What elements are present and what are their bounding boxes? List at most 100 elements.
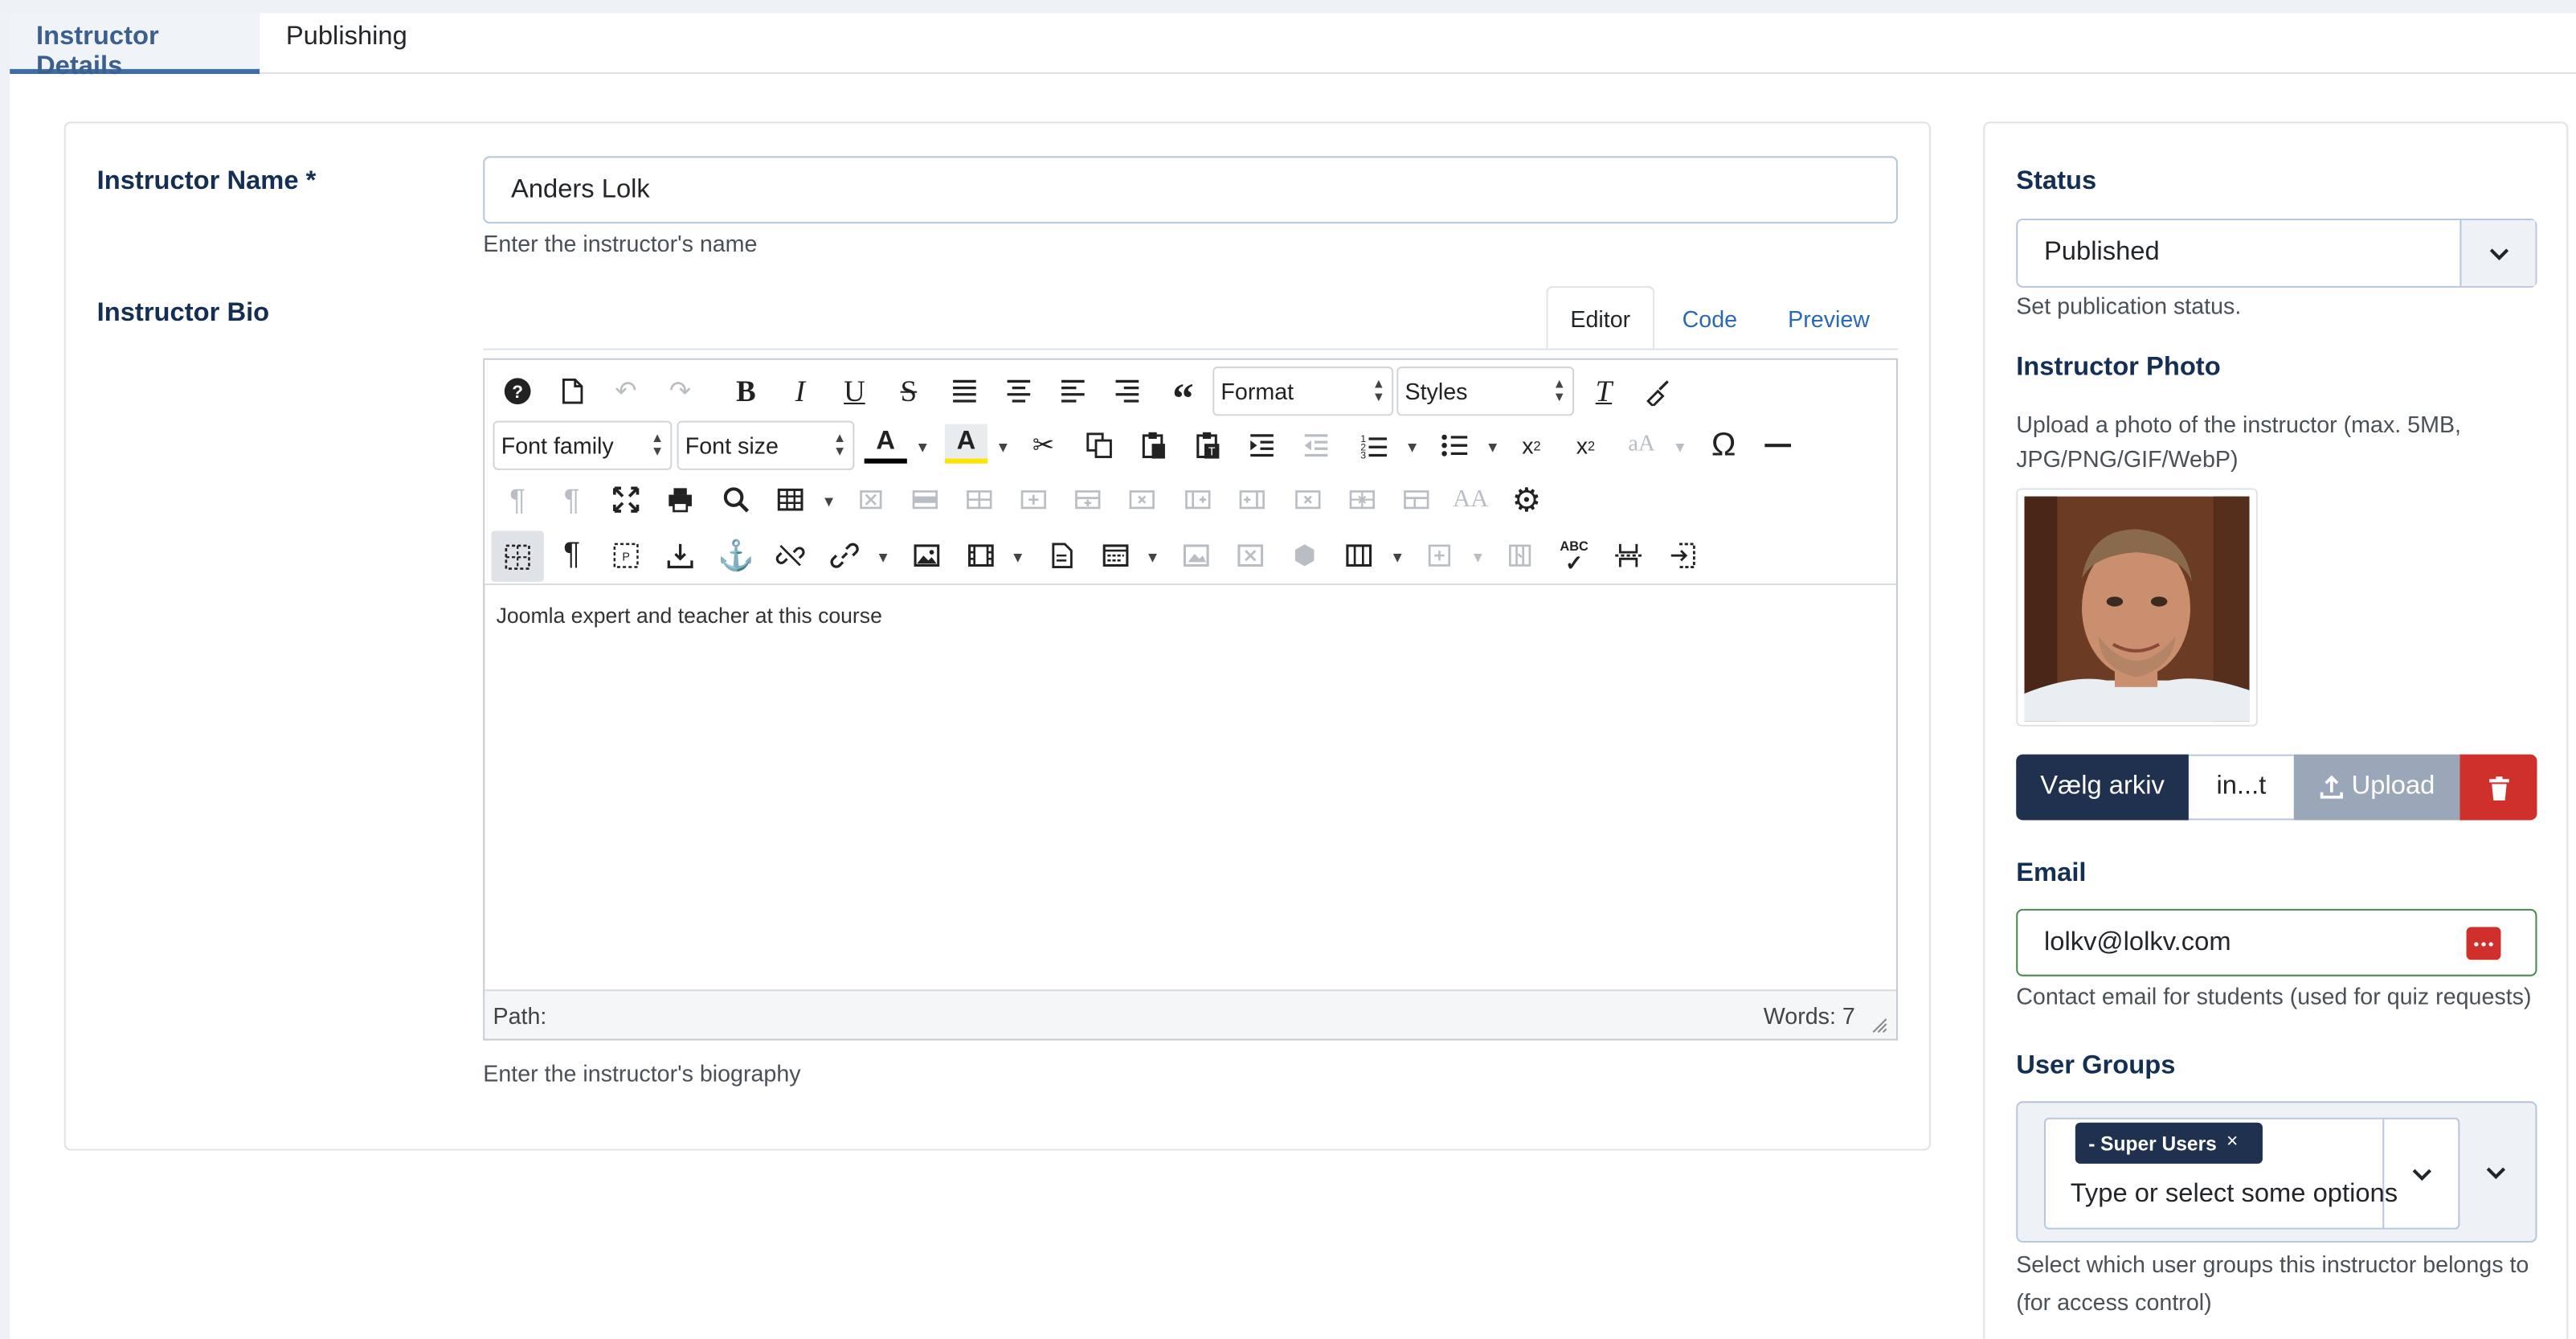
superscript-icon[interactable]: x2 xyxy=(1564,424,1607,467)
change-case-icon[interactable]: aA xyxy=(1620,424,1662,467)
italic-icon[interactable]: I xyxy=(779,370,821,412)
font-styles-icon[interactable]: AA xyxy=(1450,478,1492,521)
delete-table-icon[interactable] xyxy=(849,478,892,521)
paste-icon[interactable] xyxy=(1132,424,1175,467)
undo-icon[interactable]: ↶ xyxy=(605,370,648,412)
font-size-select[interactable]: Font size ▲ ▼ xyxy=(677,420,855,470)
strikethrough-icon[interactable]: S xyxy=(887,370,930,412)
cell-properties-icon[interactable] xyxy=(958,478,1000,521)
table-caret-icon[interactable]: ▼ xyxy=(822,493,836,510)
row-properties-icon[interactable] xyxy=(904,478,947,521)
table-icon[interactable] xyxy=(769,478,812,521)
delete-photo-button[interactable] xyxy=(2459,754,2537,821)
tab-publishing[interactable]: Publishing xyxy=(260,13,440,74)
status-select[interactable]: Published xyxy=(2016,218,2537,288)
horizontal-rule-icon[interactable] xyxy=(1756,424,1799,467)
subscript-icon[interactable]: x2 xyxy=(1510,424,1552,467)
text-color-icon[interactable]: A xyxy=(864,424,907,464)
styles-select[interactable]: Styles ▲ ▼ xyxy=(1396,366,1575,416)
page-break-icon[interactable] xyxy=(1607,534,1650,577)
align-justify-icon[interactable] xyxy=(943,370,986,412)
editor-tab-preview[interactable]: Preview xyxy=(1764,286,1893,350)
change-case-caret-icon[interactable]: ▼ xyxy=(1673,439,1687,455)
column-properties-icon[interactable] xyxy=(1499,534,1541,577)
link-icon[interactable] xyxy=(824,534,866,577)
instructor-name-input[interactable]: Anders Lolk xyxy=(483,156,1898,224)
bullet-list-icon[interactable] xyxy=(1433,424,1475,467)
template-icon[interactable] xyxy=(1040,534,1082,577)
cut-icon[interactable]: ✂ xyxy=(1022,424,1065,467)
ltr-direction-icon[interactable]: ¶ xyxy=(497,478,539,521)
edit-image-icon[interactable] xyxy=(1175,534,1217,577)
insert-column-before-icon[interactable] xyxy=(1176,478,1219,521)
paste-text-icon[interactable]: T xyxy=(1186,424,1229,467)
outdent-icon[interactable] xyxy=(1294,424,1337,467)
columns-caret-icon[interactable]: ▼ xyxy=(1390,549,1405,565)
delete-column-icon[interactable] xyxy=(1286,478,1329,521)
user-groups-inner-toggle[interactable] xyxy=(2382,1119,2458,1228)
delete-row-icon[interactable] xyxy=(1121,478,1163,521)
insert-row-after-icon[interactable] xyxy=(1066,478,1109,521)
numbered-list-icon[interactable]: 123 xyxy=(1352,424,1395,467)
visual-aids-icon[interactable] xyxy=(491,530,544,582)
font-family-select[interactable]: Font family ▲ ▼ xyxy=(493,420,673,470)
insert-column-after-icon[interactable] xyxy=(1231,478,1274,521)
upload-button[interactable]: Upload xyxy=(2293,754,2460,821)
status-dropdown-toggle[interactable] xyxy=(2459,220,2536,286)
help-icon[interactable]: ? xyxy=(497,370,539,412)
spellcheck-icon[interactable]: ABC ✓ xyxy=(1553,534,1596,577)
rtl-direction-icon[interactable]: ¶ xyxy=(550,478,593,521)
new-document-icon[interactable] xyxy=(550,370,593,412)
user-groups-outer-toggle[interactable] xyxy=(2456,1103,2535,1241)
image-icon[interactable] xyxy=(906,534,948,577)
show-invisibles-icon[interactable]: ¶ xyxy=(550,534,593,577)
resize-handle-icon[interactable] xyxy=(1871,1013,1887,1033)
code-sample-icon[interactable] xyxy=(1094,534,1137,577)
align-right-icon[interactable] xyxy=(1106,370,1148,412)
editor-tab-editor[interactable]: Editor xyxy=(1546,285,1655,350)
read-more-icon[interactable] xyxy=(1663,534,1706,577)
show-blocks-icon[interactable]: P xyxy=(605,534,648,577)
password-manager-icon[interactable] xyxy=(2466,927,2501,960)
editor-content[interactable]: Joomla expert and teacher at this course xyxy=(497,604,882,629)
highlight-color-icon[interactable]: A xyxy=(944,424,988,464)
insert-row-before-icon[interactable] xyxy=(1012,478,1055,521)
3d-object-icon[interactable]: ⬢ xyxy=(1283,534,1326,577)
numbered-list-caret-icon[interactable]: ▼ xyxy=(1405,439,1419,455)
unlink-icon[interactable] xyxy=(769,534,812,577)
columns-icon[interactable] xyxy=(1338,534,1380,577)
editor-tab-code[interactable]: Code xyxy=(1654,286,1764,350)
align-left-icon[interactable] xyxy=(1052,370,1094,412)
insert-column-caret-icon[interactable]: ▼ xyxy=(1470,549,1485,565)
print-icon[interactable] xyxy=(659,478,701,521)
indent-icon[interactable] xyxy=(1241,424,1283,467)
blockquote-icon[interactable]: “ xyxy=(1162,370,1204,420)
bold-icon[interactable]: B xyxy=(725,370,767,412)
copy-icon[interactable] xyxy=(1078,424,1121,467)
tab-instructor-details[interactable]: Instructor Details xyxy=(10,13,260,80)
anchor-icon[interactable]: ⚓ xyxy=(715,534,758,577)
highlight-color-caret-icon[interactable]: ▼ xyxy=(996,439,1010,455)
insert-column-icon[interactable] xyxy=(1418,534,1461,577)
bullet-list-caret-icon[interactable]: ▼ xyxy=(1486,439,1500,455)
code-sample-caret-icon[interactable]: ▼ xyxy=(1145,549,1159,565)
format-select[interactable]: Format ▲ ▼ xyxy=(1212,366,1394,416)
media-icon[interactable] xyxy=(959,534,1002,577)
link-caret-icon[interactable]: ▼ xyxy=(876,549,890,565)
underline-icon[interactable]: U xyxy=(833,370,876,412)
fullscreen-icon[interactable] xyxy=(605,478,648,521)
remove-chip-icon[interactable]: × xyxy=(2226,1129,2238,1153)
email-input[interactable]: lolkv@lolkv.com xyxy=(2016,908,2537,977)
special-character-icon[interactable]: Ω xyxy=(1703,424,1745,467)
insert-icon[interactable] xyxy=(659,534,701,577)
align-center-icon[interactable] xyxy=(997,370,1040,412)
format-painter-icon[interactable] xyxy=(1637,370,1679,412)
settings-gear-icon[interactable]: ⚙ xyxy=(1505,478,1548,521)
image-delete-icon[interactable] xyxy=(1229,534,1272,577)
split-cells-icon[interactable] xyxy=(1341,478,1384,521)
redo-icon[interactable]: ↷ xyxy=(659,370,701,412)
search-replace-icon[interactable] xyxy=(715,478,758,521)
clear-formatting-icon[interactable]: T xyxy=(1582,370,1625,412)
media-caret-icon[interactable]: ▼ xyxy=(1011,549,1025,565)
merge-cells-icon[interactable] xyxy=(1395,478,1437,521)
